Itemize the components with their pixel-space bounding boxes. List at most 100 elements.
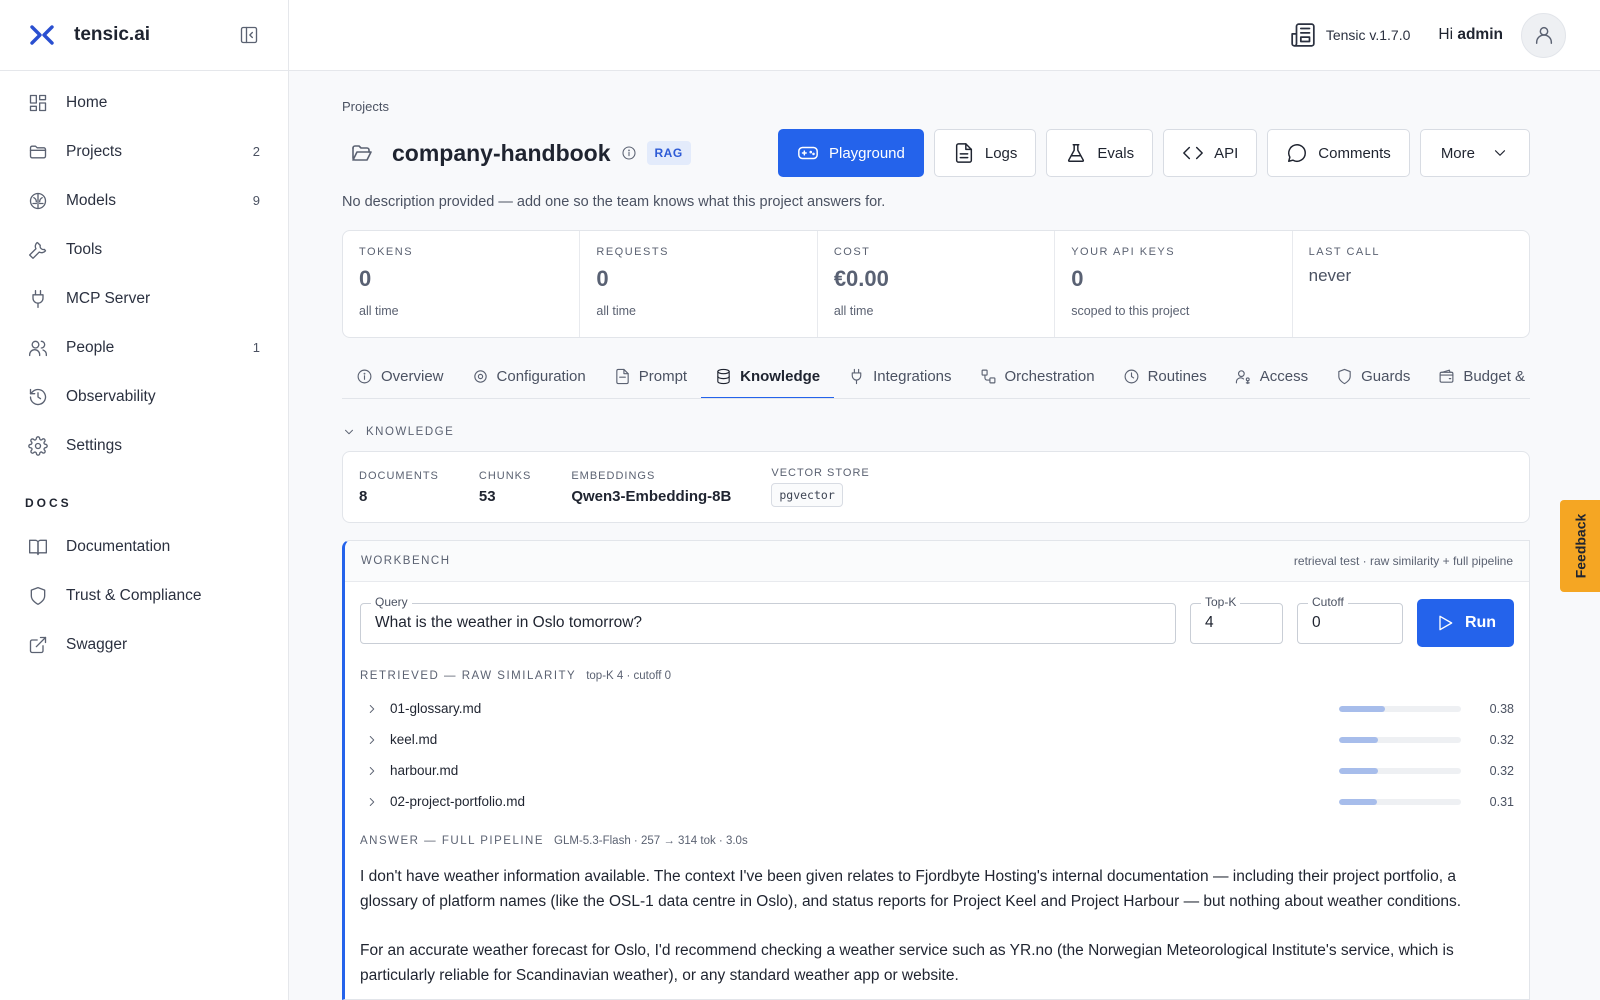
sidebar-item-settings[interactable]: Settings [0,421,288,470]
query-value: What is the weather in Oslo tomorrow? [375,614,643,631]
project-actions: Playground Logs Evals API Comments More [777,129,1530,177]
comments-button[interactable]: Comments [1267,129,1410,177]
tab-knowledge[interactable]: Knowledge [701,354,835,398]
list-item[interactable]: harbour.md 0.32 [360,755,1514,786]
sidebar-nav: Home Projects 2 Models 9 Tools MCP Serve… [0,71,288,470]
playground-button[interactable]: Playground [777,129,924,177]
version-indicator[interactable]: Tensic v.1.7.0 [1290,22,1410,48]
chevron-down-icon [345,429,353,435]
page-title: company-handbook [392,139,611,166]
section-label: KNOWLEDGE [366,426,455,438]
sidebar-item-trust-compliance[interactable]: Trust & Compliance [0,571,288,620]
similarity-bar-fill [1339,705,1386,712]
topk-input[interactable]: Top-K 4 [1190,594,1283,644]
answer-title: ANSWER — FULL PIPELINE [360,835,545,847]
result-filename: 01-glossary.md [390,701,482,716]
avatar[interactable] [1521,12,1566,58]
logs-button[interactable]: Logs [933,129,1037,177]
answer-text: I don't have weather information availab… [360,865,1514,988]
stat-label: YOUR API KEYS [1071,246,1176,258]
sidebar-item-models[interactable]: Models 9 [0,176,288,225]
tab-label: Budget & Lim [1463,367,1530,385]
chat-bubble-icon [1288,144,1307,162]
tab-overview[interactable]: Overview [342,354,458,398]
user-name: admin [1457,26,1503,43]
sidebar-item-documentation[interactable]: Documentation [0,522,288,571]
knowledge-section-toggle[interactable]: KNOWLEDGE [342,424,1530,440]
gamepad-icon [798,146,818,160]
sidebar-item-people[interactable]: People 1 [0,323,288,372]
stat-value: 0 [359,266,372,291]
dashboard-icon [29,94,47,111]
sidebar-item-label: MCP Server [66,289,151,307]
kb-label: DOCUMENTS [359,469,439,482]
retrieved-meta: top-K 4 · cutoff 0 [586,670,672,682]
similarity-score: 0.31 [1489,794,1514,809]
tab-access[interactable]: Access [1221,354,1322,398]
tab-integrations[interactable]: Integrations [834,354,965,398]
stat-value: 0 [596,266,609,291]
stat-label: TOKENS [359,246,414,258]
result-filename: harbour.md [390,763,459,778]
project-title-row: company-handbook RAG Playground Logs Eva… [342,129,1530,177]
main-content: Projects company-handbook RAG Playground… [342,71,1530,1000]
gear-icon [28,435,48,456]
tab-guards[interactable]: Guards [1322,354,1424,398]
sidebar-item-mcp-server[interactable]: MCP Server [0,274,288,323]
external-link-icon [29,636,47,653]
sidebar-item-swagger[interactable]: Swagger [0,620,288,669]
playground-label: Playground [828,144,905,162]
similarity-bar [1339,705,1461,712]
sidebar-item-home[interactable]: Home [0,78,288,127]
workbench-body: Query What is the weather in Oslo tomorr… [345,582,1529,988]
sidebar-item-label: Observability [66,387,156,405]
tab-label: Configuration [496,367,586,385]
sidebar-item-label: Home [66,93,108,111]
sidebar-item-label: Projects [66,142,122,160]
tab-label: Prompt [638,367,688,385]
tab-prompt[interactable]: Prompt [600,354,701,398]
sidebar-header: tensic.ai [0,0,288,71]
tab-routines[interactable]: Routines [1109,354,1221,398]
plug-icon [851,368,862,384]
tab-budget-limits[interactable]: Budget & Lim [1424,354,1530,398]
answer-paragraph: I don't have weather information availab… [360,868,1462,910]
sidebar-collapse-icon[interactable] [236,22,262,48]
tab-label: Orchestration [1004,367,1095,385]
more-menu-button[interactable]: More [1419,129,1530,177]
list-item[interactable]: 01-glossary.md 0.38 [360,693,1514,724]
wallet-icon [1439,369,1454,383]
api-button[interactable]: API [1163,129,1258,177]
database-icon [717,368,730,384]
cutoff-input[interactable]: Cutoff 0 [1297,594,1403,644]
info-icon[interactable] [621,145,637,161]
breadcrumb[interactable]: Projects [342,99,1530,115]
evals-button[interactable]: Evals [1046,129,1154,177]
list-item[interactable]: 02-project-portfolio.md 0.31 [360,786,1514,817]
tab-configuration[interactable]: Configuration [458,354,600,398]
query-input[interactable]: Query What is the weather in Oslo tomorr… [360,594,1176,644]
document-icon [616,368,629,384]
run-button[interactable]: Run [1417,599,1514,647]
similarity-score: 0.38 [1489,701,1514,716]
book-icon [29,539,47,555]
stat-label: REQUESTS [596,246,669,258]
sidebar-item-tools[interactable]: Tools [0,225,288,274]
brand-name[interactable]: tensic.ai [74,24,236,46]
chevron-right-icon [369,797,375,806]
tab-orchestration[interactable]: Orchestration [966,354,1109,398]
folder-open-icon [352,145,372,161]
history-icon [29,388,47,405]
sidebar-item-label: Swagger [66,635,128,653]
play-icon [1439,615,1453,631]
similarity-bar-fill [1339,767,1379,774]
feedback-tab[interactable]: Feedback [1560,500,1600,592]
docs-section-title: DOCS [25,496,72,510]
sidebar-item-projects[interactable]: Projects 2 [0,127,288,176]
stat-sub: all time [833,304,874,318]
tab-label: Guards [1361,367,1411,385]
logo-icon[interactable] [28,21,56,49]
sidebar-item-count: 1 [252,340,260,355]
list-item[interactable]: keel.md 0.32 [360,724,1514,755]
sidebar-item-observability[interactable]: Observability [0,372,288,421]
